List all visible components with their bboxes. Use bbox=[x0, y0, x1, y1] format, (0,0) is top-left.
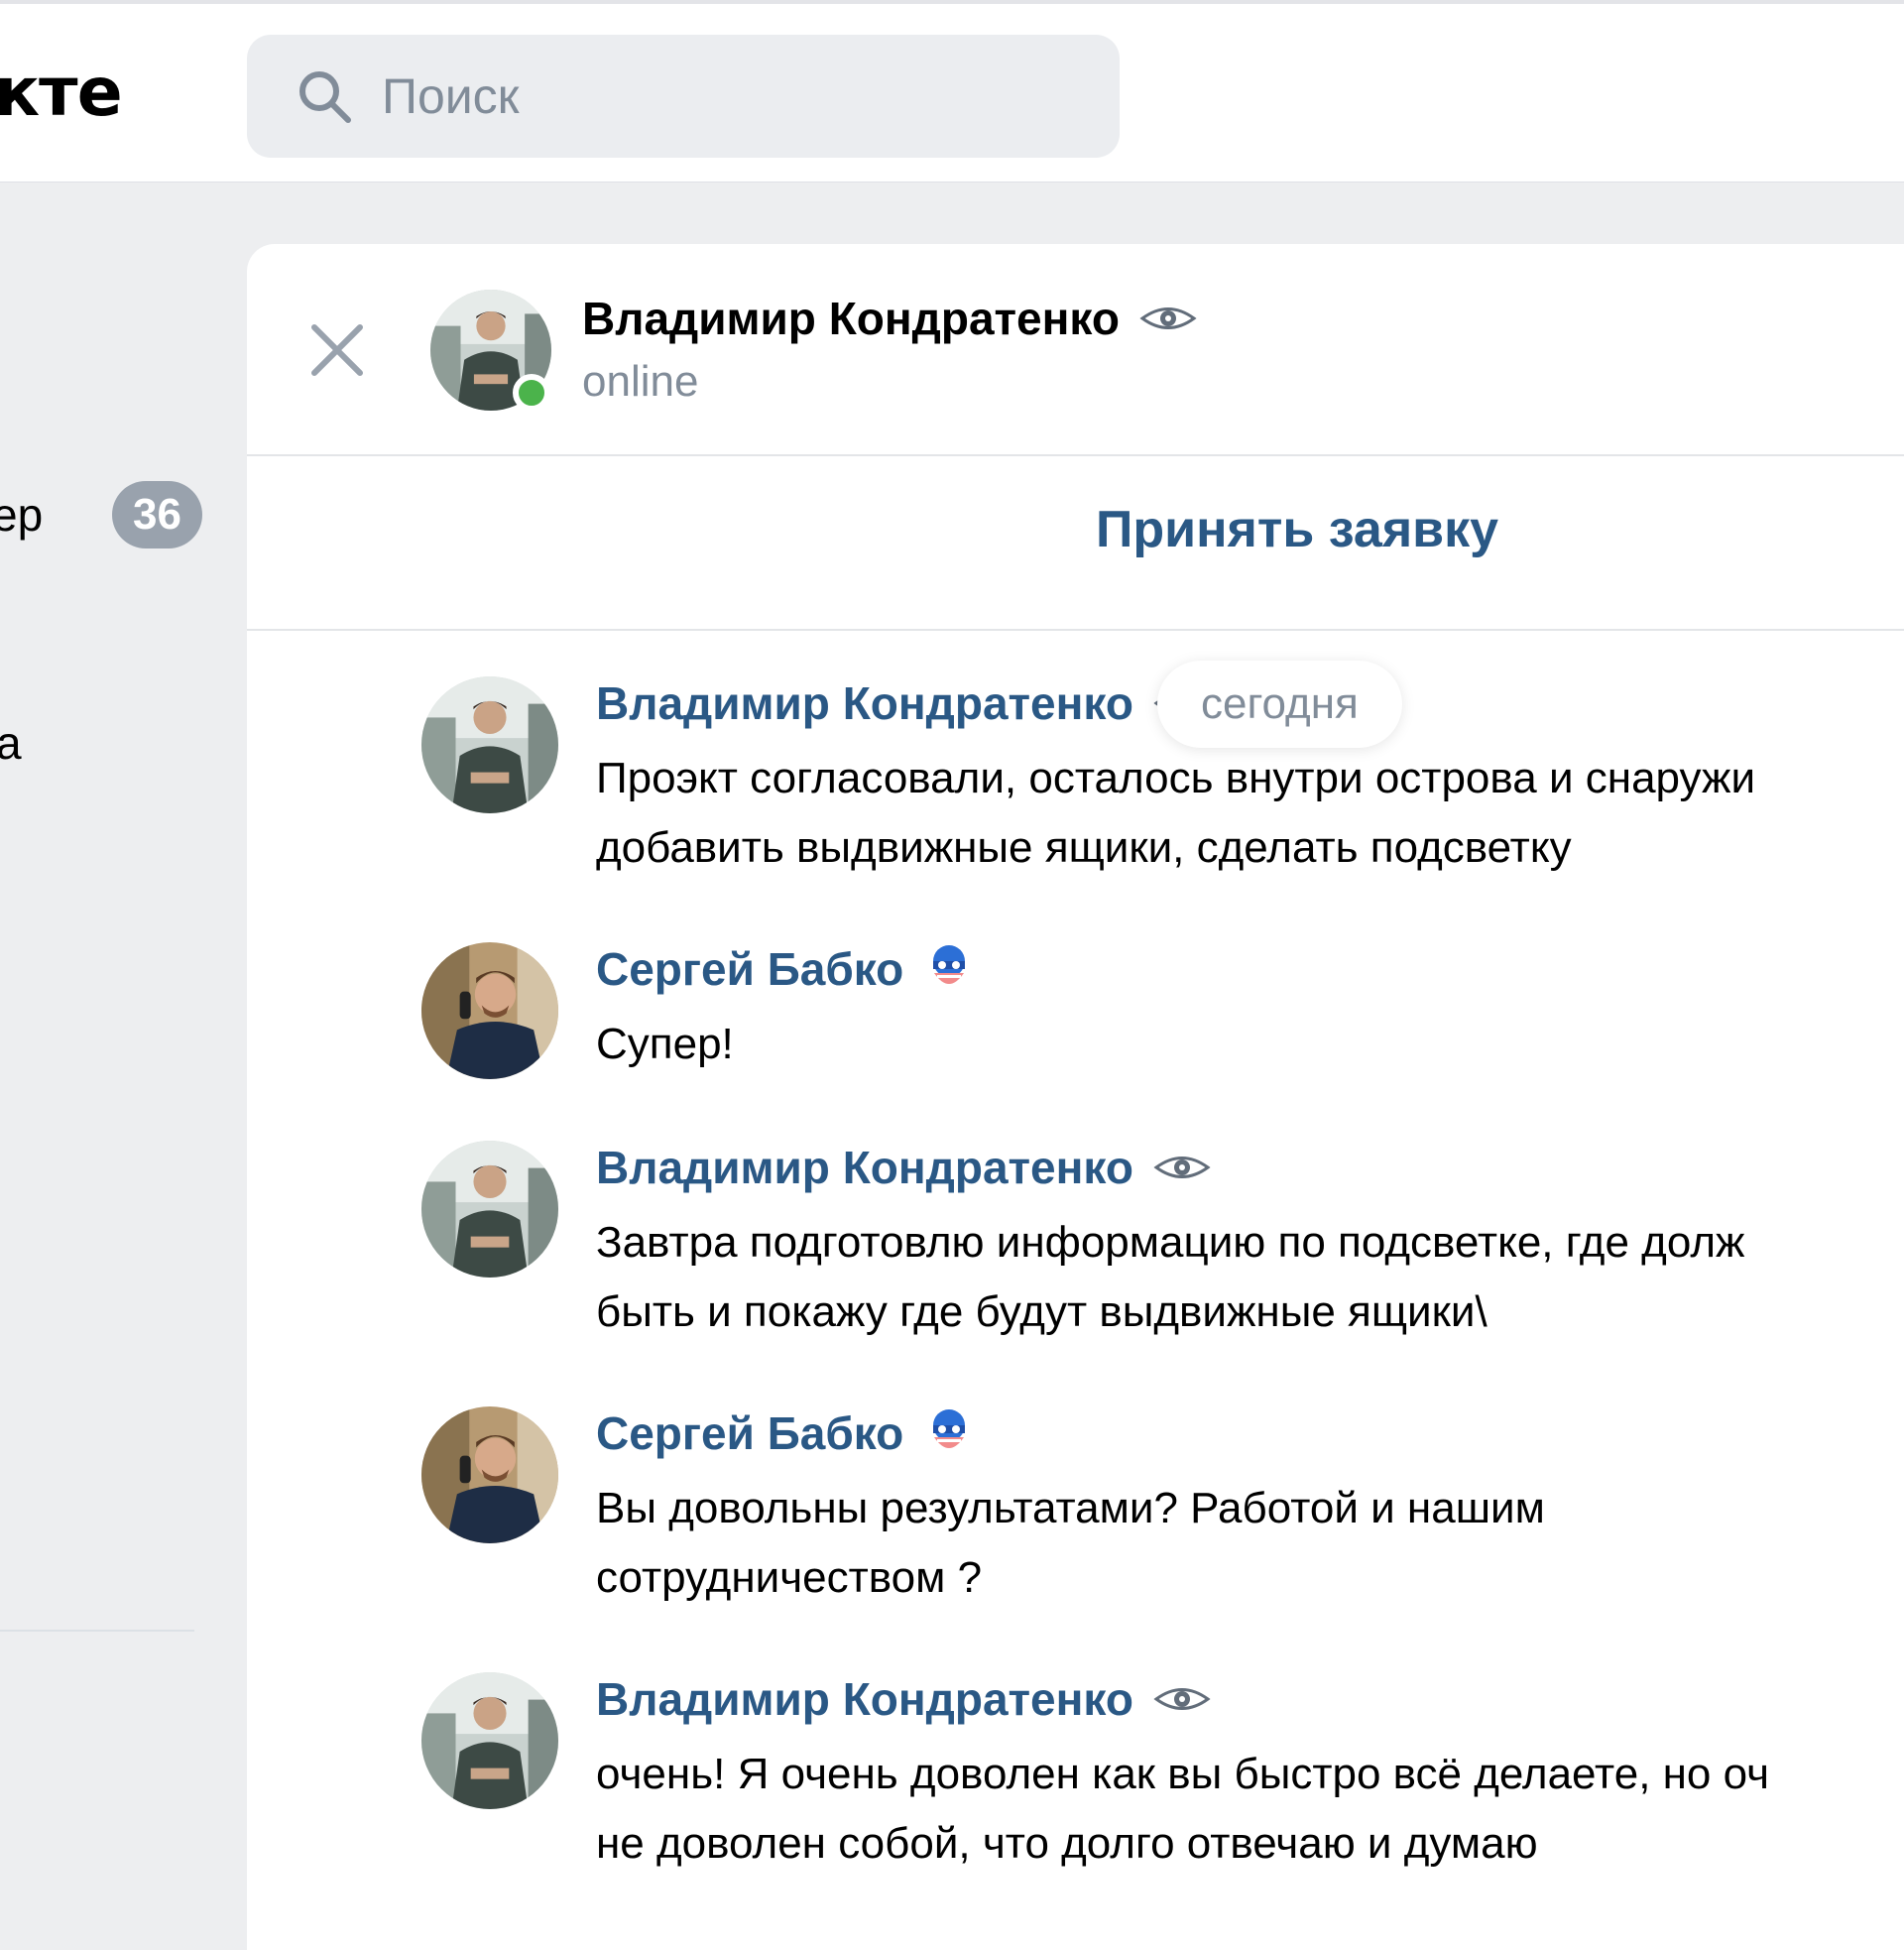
request-bar: Принять заявку bbox=[247, 456, 1904, 631]
message-author[interactable]: Владимир Кондратенко bbox=[596, 1672, 1211, 1726]
message-author[interactable]: Сергей Бабко bbox=[596, 942, 973, 996]
message-author-name[interactable]: Владимир Кондратенко bbox=[596, 1672, 1133, 1726]
avatar[interactable] bbox=[421, 1141, 558, 1278]
avatar[interactable] bbox=[421, 1406, 558, 1543]
eye-icon bbox=[1153, 1157, 1211, 1178]
top-header: кте Поиск bbox=[0, 0, 1904, 183]
online-indicator bbox=[513, 374, 550, 412]
search-icon bbox=[299, 71, 351, 123]
message-author[interactable]: Владимир Кондратенко bbox=[596, 1141, 1211, 1194]
message-line: быть и покажу где будут выдвижные ящики\ bbox=[596, 1287, 1488, 1336]
message-text: Вы довольны результатами? Работой и наши… bbox=[596, 1474, 1904, 1613]
message-text: Завтра подготовлю информацию по подсветк… bbox=[596, 1208, 1904, 1347]
message-line: Вы довольны результатами? Работой и наши… bbox=[596, 1484, 1545, 1532]
sidebar-item-label[interactable]: а bbox=[0, 716, 22, 770]
avatar[interactable] bbox=[421, 676, 558, 813]
message-line: сотрудничеством ? bbox=[596, 1553, 983, 1602]
message-line: не доволен собой, что долго отвечаю и ду… bbox=[596, 1819, 1538, 1868]
contact-status: online bbox=[582, 357, 699, 406]
message-text: Супер! bbox=[596, 1010, 1904, 1079]
eye-icon bbox=[1139, 307, 1197, 329]
sidebar-divider bbox=[0, 1630, 194, 1632]
vk-logo-text[interactable]: кте bbox=[0, 54, 123, 132]
contact-name[interactable]: Владимир Кондратенко bbox=[582, 292, 1197, 345]
message-author[interactable]: Владимир Кондратенко bbox=[596, 676, 1211, 730]
message-author[interactable]: Сергей Бабко bbox=[596, 1406, 973, 1460]
message-text: очень! Я очень доволен как вы быстро всё… bbox=[596, 1740, 1904, 1879]
chat-header: Владимир Кондратенко online bbox=[247, 244, 1904, 456]
close-icon[interactable] bbox=[306, 319, 368, 381]
message-author-name[interactable]: Владимир Кондратенко bbox=[596, 1141, 1133, 1194]
message-author-name[interactable]: Сергей Бабко bbox=[596, 942, 903, 996]
contact-name-text[interactable]: Владимир Кондратенко bbox=[582, 292, 1120, 345]
message-author-name[interactable]: Сергей Бабко bbox=[596, 1406, 903, 1460]
accept-request-button[interactable]: Принять заявку bbox=[1096, 500, 1498, 559]
avatar[interactable] bbox=[421, 1672, 558, 1809]
message-line: Супер! bbox=[596, 1020, 734, 1068]
message-line: Проэкт согласовали, осталось внутри остр… bbox=[596, 754, 1756, 802]
avatar[interactable] bbox=[421, 942, 558, 1079]
message-line: Завтра подготовлю информацию по подсветк… bbox=[596, 1218, 1745, 1267]
mask-icon bbox=[933, 1409, 966, 1448]
unread-count-badge: 36 bbox=[112, 481, 202, 548]
message-line: очень! Я очень доволен как вы быстро всё… bbox=[596, 1750, 1770, 1798]
mask-icon bbox=[933, 945, 966, 984]
eye-icon bbox=[1153, 1688, 1211, 1710]
message-line: добавить выдвижные ящики, сделать подсве… bbox=[596, 823, 1572, 872]
date-separator: сегодня bbox=[1157, 661, 1402, 748]
message-author-name[interactable]: Владимир Кондратенко bbox=[596, 676, 1133, 730]
message-text: Проэкт согласовали, осталось внутри остр… bbox=[596, 744, 1904, 883]
search-bar[interactable]: Поиск bbox=[247, 35, 1120, 158]
sidebar-item-label[interactable]: ер bbox=[0, 488, 43, 542]
search-input[interactable]: Поиск bbox=[382, 67, 520, 125]
chat-panel: Владимир Кондратенко online Принять заяв… bbox=[247, 244, 1904, 1950]
